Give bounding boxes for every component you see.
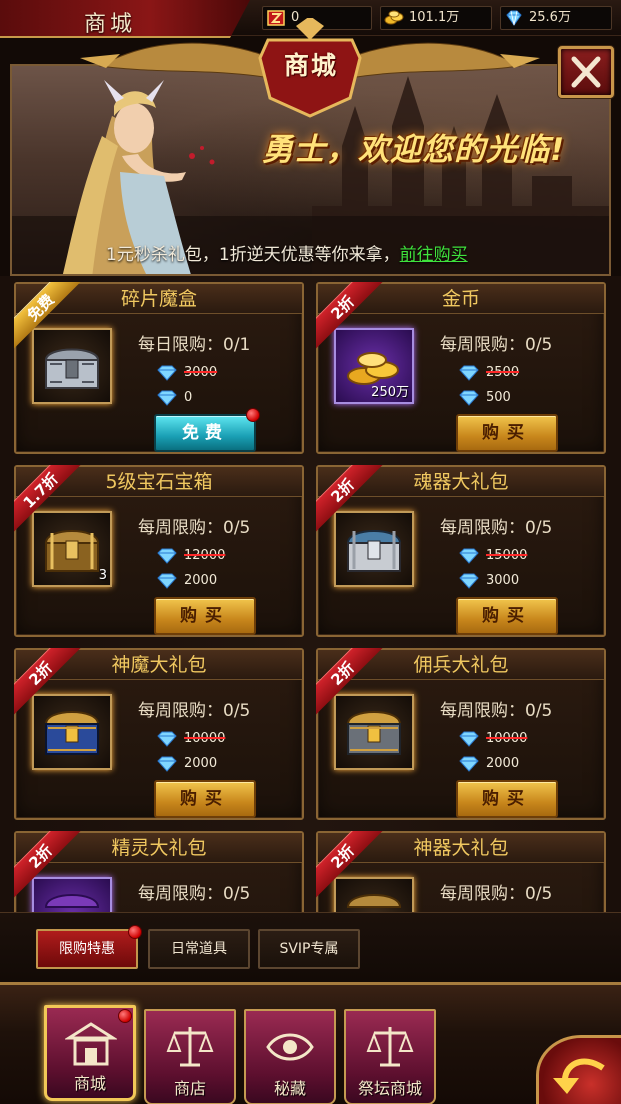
welcome-text: 勇士，欢迎您的光临! bbox=[262, 132, 566, 168]
close-icon bbox=[571, 56, 601, 88]
close-button[interactable] bbox=[558, 46, 614, 98]
buy-button[interactable]: 购买 bbox=[456, 780, 558, 818]
purchase-limit: 每日限购：0/1 bbox=[138, 335, 251, 355]
product-card: 神魔大礼包 2折 每周限购：0/5 10000 2000 购买 bbox=[14, 648, 304, 820]
diamond-icon bbox=[459, 390, 479, 406]
discount-ribbon: 2折 bbox=[14, 831, 82, 899]
product-grid: 碎片魔盒 免费 每日限购：0/1 3000 0 免费 金币 250万 2折 每周… bbox=[0, 276, 621, 912]
discount-ribbon: 2折 bbox=[316, 831, 384, 899]
category-tabs: 限购特惠 日常道具 SVIP专属 bbox=[0, 912, 621, 982]
diamond-icon bbox=[459, 573, 479, 589]
purchase-limit: 每周限购：0/5 bbox=[138, 884, 251, 904]
eye-icon bbox=[266, 1033, 314, 1061]
product-card: 精灵大礼包 2折 每周限购：0/5 10000 bbox=[14, 831, 304, 912]
purchase-limit: 每周限购：0/5 bbox=[440, 335, 553, 355]
buy-button[interactable]: 购买 bbox=[154, 597, 256, 635]
diamond-icon bbox=[157, 573, 177, 589]
diamond-icon bbox=[157, 756, 177, 772]
scales-icon bbox=[166, 1027, 214, 1067]
diamond-icon bbox=[157, 390, 177, 406]
diamond-icon bbox=[459, 756, 479, 772]
product-card: 神器大礼包 2折 每周限购：0/5 10000 bbox=[316, 831, 606, 912]
diamond-icon bbox=[157, 365, 177, 381]
item-quantity: 250万 bbox=[371, 385, 409, 400]
discount-ribbon: 免费 bbox=[14, 282, 82, 350]
nav-altar-shop-label: 祭坛商城 bbox=[357, 1079, 422, 1098]
nav-store-label: 商店 bbox=[173, 1079, 206, 1098]
purchase-limit: 每周限购：0/5 bbox=[440, 884, 553, 904]
buy-button[interactable]: 购买 bbox=[456, 414, 558, 452]
discount-ribbon: 2折 bbox=[316, 648, 384, 716]
notification-dot bbox=[118, 1009, 132, 1023]
notification-dot bbox=[128, 925, 142, 939]
back-button[interactable] bbox=[536, 1035, 621, 1104]
emblem-title: 商城 bbox=[283, 51, 338, 80]
discount-ribbon: 2折 bbox=[14, 648, 82, 716]
product-card: 碎片魔盒 免费 每日限购：0/1 3000 0 免费 bbox=[14, 282, 304, 454]
product-card: 5级宝石宝箱 3 1.7折 每周限购：0/5 12000 2000 购买 bbox=[14, 465, 304, 637]
nav-altar-shop[interactable]: 祭坛商城 bbox=[344, 1009, 436, 1104]
diamond-icon bbox=[157, 548, 177, 564]
tab-svip-exclusive[interactable]: SVIP专属 bbox=[258, 929, 360, 969]
promo-text: 1元秒杀礼包，1折逆天优惠等你来拿， bbox=[106, 245, 400, 265]
purchase-limit: 每周限购：0/5 bbox=[138, 701, 251, 721]
discount-ribbon: 1.7折 bbox=[14, 465, 82, 533]
diamond-icon bbox=[459, 548, 479, 564]
item-quantity: 3 bbox=[98, 568, 107, 583]
mall-icon bbox=[65, 1022, 117, 1066]
nav-treasure-label: 秘藏 bbox=[273, 1079, 306, 1098]
tab-limited-offer[interactable]: 限购特惠 bbox=[36, 929, 138, 969]
purchase-limit: 每周限购：0/5 bbox=[440, 518, 553, 538]
bottom-nav: 商城 商店 秘藏 祭坛商城 bbox=[0, 982, 621, 1104]
purchase-limit: 每周限购：0/5 bbox=[440, 701, 553, 721]
nav-treasure[interactable]: 秘藏 bbox=[244, 1009, 336, 1104]
promo-line: 1元秒杀礼包，1折逆天优惠等你来拿，前往购买 bbox=[106, 240, 468, 265]
buy-button[interactable]: 购买 bbox=[456, 597, 558, 635]
notification-dot bbox=[246, 408, 260, 422]
diamond-icon bbox=[157, 731, 177, 747]
nav-store[interactable]: 商店 bbox=[144, 1009, 236, 1104]
discount-ribbon: 2折 bbox=[316, 465, 384, 533]
product-card: 佣兵大礼包 2折 每周限购：0/5 10000 2000 购买 bbox=[316, 648, 606, 820]
promo-buy-link[interactable]: 前往购买 bbox=[400, 245, 468, 265]
diamond-icon bbox=[459, 365, 479, 381]
purchase-limit: 每周限购：0/5 bbox=[138, 518, 251, 538]
scales-icon bbox=[366, 1027, 414, 1067]
product-card: 魂器大礼包 2折 每周限购：0/5 15000 3000 购买 bbox=[316, 465, 606, 637]
product-card: 金币 250万 2折 每周限购：0/5 2500 500 购买 bbox=[316, 282, 606, 454]
tab-daily-items[interactable]: 日常道具 bbox=[148, 929, 250, 969]
nav-mall-label: 商城 bbox=[73, 1074, 106, 1093]
discount-ribbon: 2折 bbox=[316, 282, 384, 350]
buy-button[interactable]: 购买 bbox=[154, 780, 256, 818]
back-arrow-icon bbox=[553, 1058, 605, 1094]
diamond-icon bbox=[459, 731, 479, 747]
free-claim-button[interactable]: 免费 bbox=[154, 414, 256, 452]
